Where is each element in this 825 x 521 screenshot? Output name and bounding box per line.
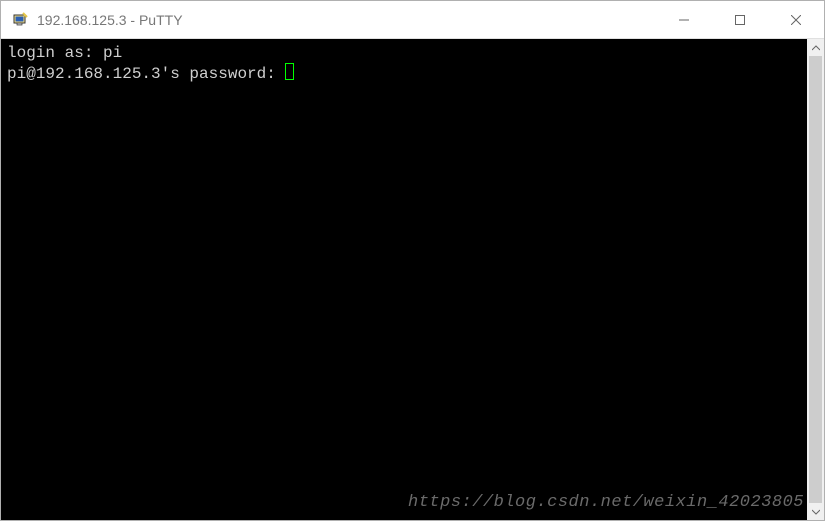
maximize-icon bbox=[735, 15, 745, 25]
close-button[interactable] bbox=[768, 1, 824, 39]
chevron-down-icon bbox=[812, 509, 820, 515]
client-area: login as: pi pi@192.168.125.3's password… bbox=[1, 39, 824, 520]
close-icon bbox=[791, 15, 801, 25]
minimize-icon bbox=[679, 15, 689, 25]
maximize-button[interactable] bbox=[712, 1, 768, 39]
scroll-down-button[interactable] bbox=[807, 503, 824, 520]
login-input-value: pi bbox=[103, 44, 122, 62]
scroll-up-button[interactable] bbox=[807, 39, 824, 56]
putty-window: 192.168.125.3 - PuTTY login as: pi pi@19… bbox=[0, 0, 825, 521]
cursor bbox=[285, 63, 294, 80]
terminal[interactable]: login as: pi pi@192.168.125.3's password… bbox=[1, 39, 807, 520]
chevron-up-icon bbox=[812, 45, 820, 51]
putty-icon bbox=[11, 11, 29, 29]
scroll-thumb[interactable] bbox=[809, 56, 822, 503]
window-title: 192.168.125.3 - PuTTY bbox=[37, 12, 183, 28]
vertical-scrollbar[interactable] bbox=[807, 39, 824, 520]
titlebar[interactable]: 192.168.125.3 - PuTTY bbox=[1, 1, 824, 39]
login-prompt: login as: bbox=[7, 44, 103, 62]
minimize-button[interactable] bbox=[656, 1, 712, 39]
scroll-track[interactable] bbox=[807, 56, 824, 503]
password-prompt: pi@192.168.125.3's password: bbox=[7, 65, 285, 83]
